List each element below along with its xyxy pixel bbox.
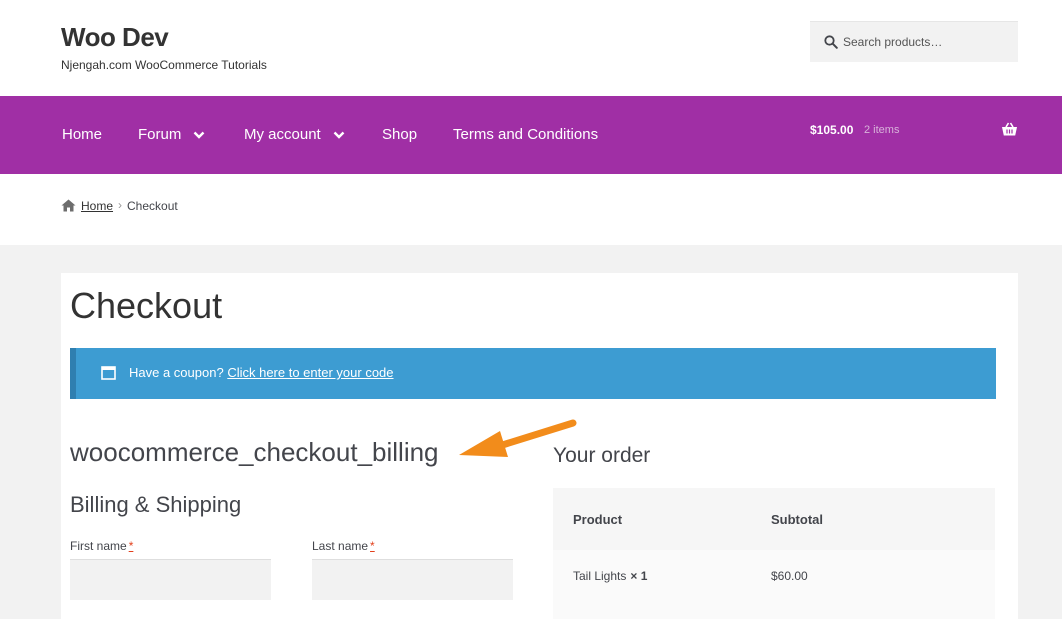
site-header: Woo Dev Njengah.com WooCommerce Tutorial… — [0, 0, 1062, 96]
site-description: Njengah.com WooCommerce Tutorials — [61, 58, 267, 72]
breadcrumb-home-link[interactable]: Home — [81, 199, 113, 213]
search-input[interactable]: Search products… — [810, 21, 1018, 62]
order-review-table: Product Subtotal Tail Lights × 1 $60.00 — [553, 488, 995, 619]
nav-item-label: Home — [62, 126, 103, 143]
nav-item-label: Terms and Conditions — [453, 126, 599, 143]
nav-item-home[interactable]: Home — [62, 126, 102, 143]
product-quantity: × 1 — [630, 569, 648, 583]
breadcrumb: Home › Checkout — [0, 174, 1062, 245]
site-title[interactable]: Woo Dev — [61, 22, 169, 53]
nav-item-terms[interactable]: Terms and Conditions — [453, 126, 598, 143]
nav-item-forum[interactable]: Forum — [138, 126, 205, 143]
search-placeholder: Search products… — [843, 35, 943, 49]
first-name-field[interactable] — [70, 559, 271, 600]
order-review-title: Your order — [553, 444, 651, 467]
coupon-prompt: Have a coupon? — [129, 365, 224, 380]
first-name-label: First name * — [70, 539, 133, 553]
first-name-label-text: First name — [70, 539, 127, 553]
search-icon — [824, 35, 838, 49]
table-row-product: Tail Lights × 1 — [573, 569, 647, 583]
cart-total[interactable]: $105.00 — [810, 123, 853, 137]
billing-section-title: Billing & Shipping — [70, 492, 242, 517]
home-icon — [61, 199, 76, 212]
basket-icon[interactable] — [1001, 122, 1018, 137]
cart-count[interactable]: 2 items — [864, 124, 899, 136]
coupon-notice: Have a coupon? Click here to enter your … — [70, 348, 996, 399]
required-mark: * — [128, 539, 134, 553]
breadcrumb-current: Checkout — [127, 199, 178, 213]
product-name: Tail Lights — [573, 569, 627, 583]
nav-item-label: Forum — [138, 126, 182, 143]
coupon-link[interactable]: Click here to enter your code — [227, 365, 393, 380]
last-name-label-text: Last name — [312, 539, 369, 553]
chevron-down-icon — [193, 131, 205, 139]
column-header-subtotal: Subtotal — [771, 512, 823, 527]
nav-item-my-account[interactable]: My account — [244, 126, 345, 143]
coupon-text: Have a coupon? Click here to enter your … — [129, 365, 394, 380]
breadcrumb-separator: › — [118, 198, 122, 212]
nav-item-label: Shop — [382, 126, 418, 143]
nav-item-label: My account — [244, 126, 321, 143]
checkout-hook-title: woocommerce_checkout_billing — [70, 437, 439, 467]
checkout-content: Checkout Have a coupon? Click here to en… — [61, 273, 1018, 619]
last-name-field[interactable] — [312, 559, 513, 600]
chevron-down-icon — [333, 131, 345, 139]
table-row-subtotal: $60.00 — [771, 569, 808, 583]
primary-navigation: Home Forum My account Shop Terms and Con… — [0, 96, 1062, 174]
window-icon — [101, 366, 116, 380]
nav-item-shop[interactable]: Shop — [382, 126, 417, 143]
column-header-product: Product — [573, 512, 623, 527]
required-mark: * — [370, 539, 375, 553]
page-title: Checkout — [70, 285, 223, 326]
order-table-header: Product Subtotal — [553, 488, 995, 550]
last-name-label: Last name * — [312, 539, 375, 553]
